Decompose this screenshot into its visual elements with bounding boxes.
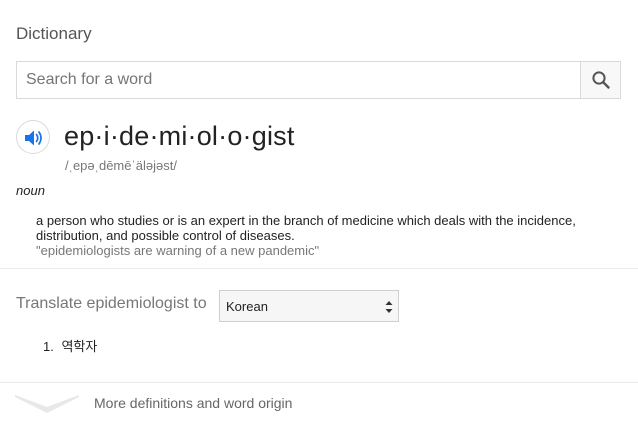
language-select-value: Korean xyxy=(226,299,268,314)
dictionary-title: Dictionary xyxy=(16,24,92,43)
search-box xyxy=(16,61,621,99)
translation-result-number: 1. xyxy=(43,339,54,354)
headword: ep·i·de·mi·ol·o·gist xyxy=(64,121,295,151)
language-select[interactable]: Korean xyxy=(219,290,399,322)
translation-result-item: 1. 역학자 xyxy=(43,336,97,355)
example-sentence: "epidemiologists are warning of a new pa… xyxy=(36,243,320,258)
definition-text: a person who studies or is an expert in … xyxy=(36,213,576,243)
pronunciation-audio-button[interactable] xyxy=(16,120,50,154)
section-divider xyxy=(0,382,638,383)
speaker-icon xyxy=(25,130,42,146)
translate-label: Translate epidemiologist to xyxy=(16,295,207,312)
search-input[interactable] xyxy=(17,62,581,98)
section-divider xyxy=(0,268,638,269)
chevron-down-icon[interactable] xyxy=(14,392,80,416)
select-arrows-icon xyxy=(385,301,393,313)
search-icon xyxy=(592,71,610,89)
more-definitions-link[interactable]: More definitions and word origin xyxy=(94,395,292,411)
phonetic-spelling: /ˌepəˌdēmēˈäləjəst/ xyxy=(65,158,177,173)
part-of-speech: noun xyxy=(16,183,45,198)
search-button[interactable] xyxy=(580,62,620,98)
translation-result-text: 역학자 xyxy=(61,339,98,354)
dictionary-card: Dictionary ep·i·de·mi·ol·o·gist /ˌepəˌdē… xyxy=(0,0,638,423)
